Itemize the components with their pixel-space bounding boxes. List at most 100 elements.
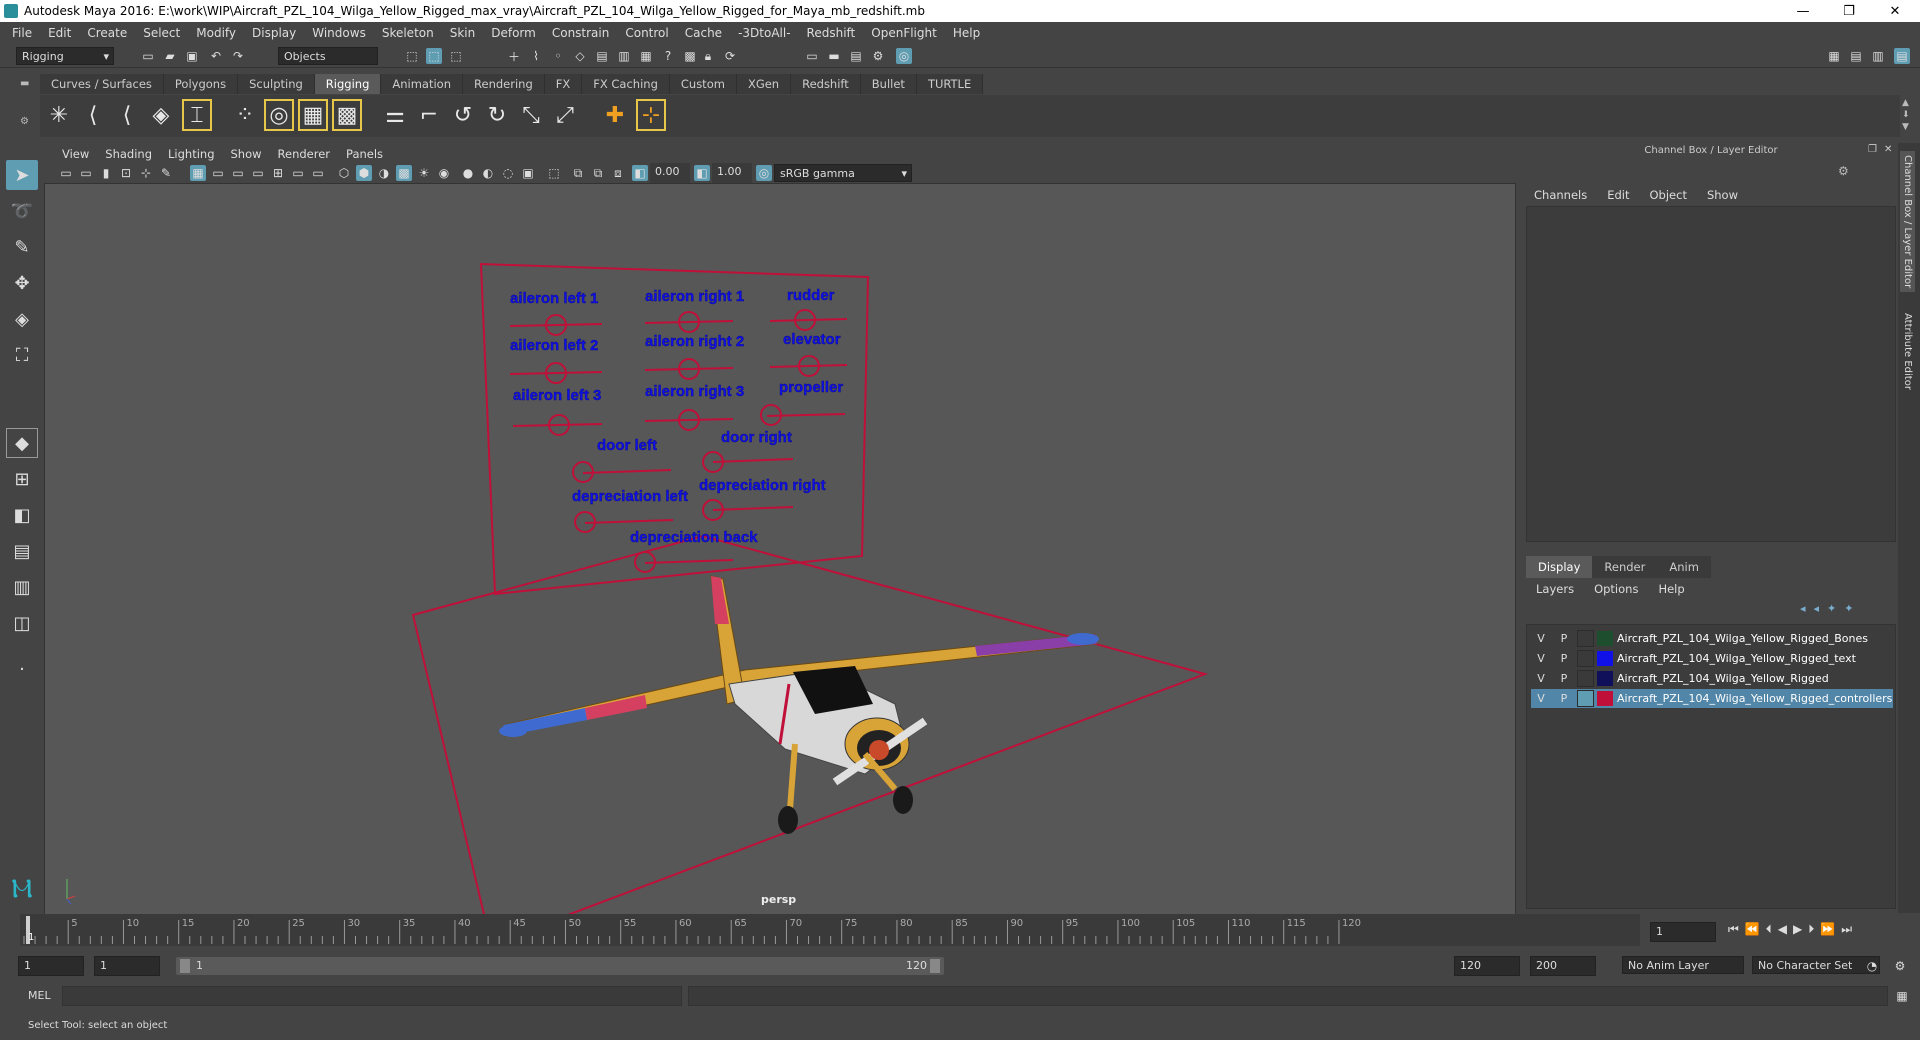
hypershade-layout-icon[interactable]: ▥ (6, 572, 38, 602)
menu-3dtoall[interactable]: -3DtoAll- (730, 26, 798, 40)
close-panel-icon[interactable]: ✕ (1884, 144, 1892, 155)
vp-menu-panels[interactable]: Panels (338, 147, 391, 161)
cluster-icon[interactable]: ⁘ (230, 99, 260, 131)
layer-row-text[interactable]: V P Aircraft_PZL_104_Wilga_Yellow_Rigged… (1531, 649, 1893, 668)
select-tool-icon[interactable]: ➤ (6, 160, 38, 190)
layer-color-swatch[interactable] (1597, 671, 1613, 686)
snap-point-icon[interactable]: ◦ (550, 48, 566, 64)
snap-vertex-icon[interactable]: ▦ (638, 48, 654, 64)
layout-icon[interactable]: ▥ (1870, 48, 1886, 64)
render-current-icon[interactable]: ▬ (826, 48, 842, 64)
playback-start-field[interactable]: 1 (94, 956, 160, 976)
gate-mask-icon[interactable]: ▭ (250, 165, 266, 181)
go-to-start-icon[interactable]: ⏮ (1728, 922, 1739, 942)
depth-of-field-icon[interactable]: ▣ (520, 165, 536, 181)
auto-key-icon[interactable]: ◔ (1864, 958, 1880, 974)
start-frame-field[interactable]: 1 (18, 956, 84, 976)
shelf-tab-rendering[interactable]: Rendering (463, 74, 545, 94)
shelf-tab-custom[interactable]: Custom (669, 74, 737, 94)
xray-icon[interactable]: ⧉ (570, 165, 586, 181)
shelf-tab-fx[interactable]: FX (544, 74, 583, 94)
channel-box-area[interactable] (1526, 206, 1896, 542)
menu-redshift[interactable]: Redshift (799, 26, 864, 40)
cb-menu-object[interactable]: Object (1640, 186, 1697, 204)
xray-joints-icon[interactable]: ⧉ (590, 165, 606, 181)
command-input[interactable] (62, 986, 682, 1006)
paint-select-icon[interactable]: ✎ (6, 232, 38, 262)
layer-type-toggle[interactable] (1577, 670, 1594, 687)
menu-openflight[interactable]: OpenFlight (863, 26, 945, 40)
shelf-settings-icon[interactable]: ⚙ (20, 116, 32, 128)
bookmark-icon[interactable]: ▮ (98, 165, 114, 181)
wrap-icon[interactable]: ▩ (332, 99, 362, 131)
ipr-render-icon[interactable]: ▤ (848, 48, 864, 64)
shelf-tab-bullet[interactable]: Bullet (860, 74, 917, 94)
close-button[interactable]: ✕ (1872, 0, 1918, 22)
film-gate-icon[interactable]: ▭ (210, 165, 226, 181)
scale-tool-icon[interactable]: ⛶ (6, 340, 38, 370)
select-by-component-icon[interactable]: ⬚ (448, 48, 464, 64)
menu-cache[interactable]: Cache (677, 26, 730, 40)
menu-modify[interactable]: Modify (188, 26, 244, 40)
side-tab-channel-box[interactable]: Channel Box / Layer Editor (1900, 151, 1915, 293)
snap-grid-icon[interactable]: ＋ (506, 48, 522, 64)
wireframe-on-shaded-icon[interactable]: ◑ (376, 165, 392, 181)
perspective-viewport[interactable]: aileron left 1 aileron right 1 rudder ai… (44, 183, 1516, 915)
hypershade-icon[interactable]: ◎ (896, 48, 912, 64)
grease-pencil-icon[interactable]: ✎ (158, 165, 174, 181)
layer-playback-toggle[interactable]: P (1554, 650, 1574, 667)
shelf-tab-turtle[interactable]: TURTLE (916, 74, 984, 94)
cb-menu-show[interactable]: Show (1697, 186, 1748, 204)
gamma-field[interactable]: 1.00 (712, 163, 752, 183)
menu-display[interactable]: Display (244, 26, 304, 40)
undo-icon[interactable]: ↶ (208, 48, 224, 64)
exposure-icon[interactable]: ◧ (632, 165, 648, 181)
redo-icon[interactable]: ↷ (230, 48, 246, 64)
shelf-tab-rigging[interactable]: Rigging (314, 74, 382, 94)
current-frame-field[interactable]: 1 (1650, 922, 1716, 942)
layer-type-toggle[interactable] (1577, 630, 1594, 647)
shadows-icon[interactable]: ◉ (436, 165, 452, 181)
ambient-occlusion-icon[interactable]: ● (460, 165, 476, 181)
four-view-icon[interactable]: ⊞ (6, 464, 38, 494)
cb-menu-channels[interactable]: Channels (1524, 186, 1597, 204)
point-constraint-icon[interactable]: ↺ (448, 99, 478, 131)
step-forward-key-icon[interactable]: ⏩ (1820, 922, 1835, 942)
cmd-language-label[interactable]: MEL (28, 989, 51, 1002)
le-menu-options[interactable]: Options (1584, 580, 1648, 598)
color-space-dropdown[interactable]: sRGB gamma ▾ (774, 164, 912, 182)
layer-playback-toggle[interactable]: P (1554, 690, 1574, 707)
layer-playback-toggle[interactable]: P (1554, 630, 1574, 647)
create-joints-icon[interactable]: ✳ (44, 99, 74, 131)
snap-view-icon[interactable]: ◇ (572, 48, 588, 64)
character-set-dropdown[interactable]: No Character Set (1752, 956, 1880, 974)
camera-select-icon[interactable]: ▭ (58, 165, 74, 181)
layer-row-rigged[interactable]: V P Aircraft_PZL_104_Wilga_Yellow_Rigged (1531, 669, 1893, 688)
isolate-select-icon[interactable]: ⬚ (546, 165, 562, 181)
vp-menu-shading[interactable]: Shading (97, 147, 160, 161)
selection-mode-dropdown[interactable]: Objects (278, 47, 378, 65)
playback-end-field[interactable]: 120 (1454, 956, 1520, 976)
step-back-frame-icon[interactable]: ⏴ (1766, 922, 1772, 942)
orient-joint-icon[interactable]: ◈ (146, 99, 176, 131)
range-slider[interactable]: 1 120 (176, 957, 944, 975)
lasso-tool-icon[interactable]: ➰ (6, 196, 38, 226)
new-scene-icon[interactable]: ▭ (140, 48, 156, 64)
outliner-layout-icon[interactable]: ◫ (6, 608, 38, 638)
script-editor-icon[interactable]: ▦ (1894, 988, 1910, 1004)
persp-graph-icon[interactable]: ▤ (6, 536, 38, 566)
layer-tab-display[interactable]: Display (1526, 556, 1593, 578)
range-end-handle[interactable] (930, 959, 940, 973)
vp-menu-show[interactable]: Show (223, 147, 270, 161)
gamma-icon[interactable]: ◧ (694, 165, 710, 181)
menu-select[interactable]: Select (135, 26, 188, 40)
shelf-tab-fx-caching[interactable]: FX Caching (582, 74, 670, 94)
menu-constrain[interactable]: Constrain (544, 26, 618, 40)
channel-box-icon[interactable]: ▤ (1894, 48, 1910, 64)
menu-skin[interactable]: Skin (442, 26, 484, 40)
exposure-field[interactable]: 0.00 (650, 163, 690, 183)
lattice-icon[interactable]: ▦ (298, 99, 328, 131)
menu-file[interactable]: File (4, 26, 40, 40)
snap-surface-icon[interactable]: ▤ (594, 48, 610, 64)
le-menu-help[interactable]: Help (1648, 580, 1694, 598)
